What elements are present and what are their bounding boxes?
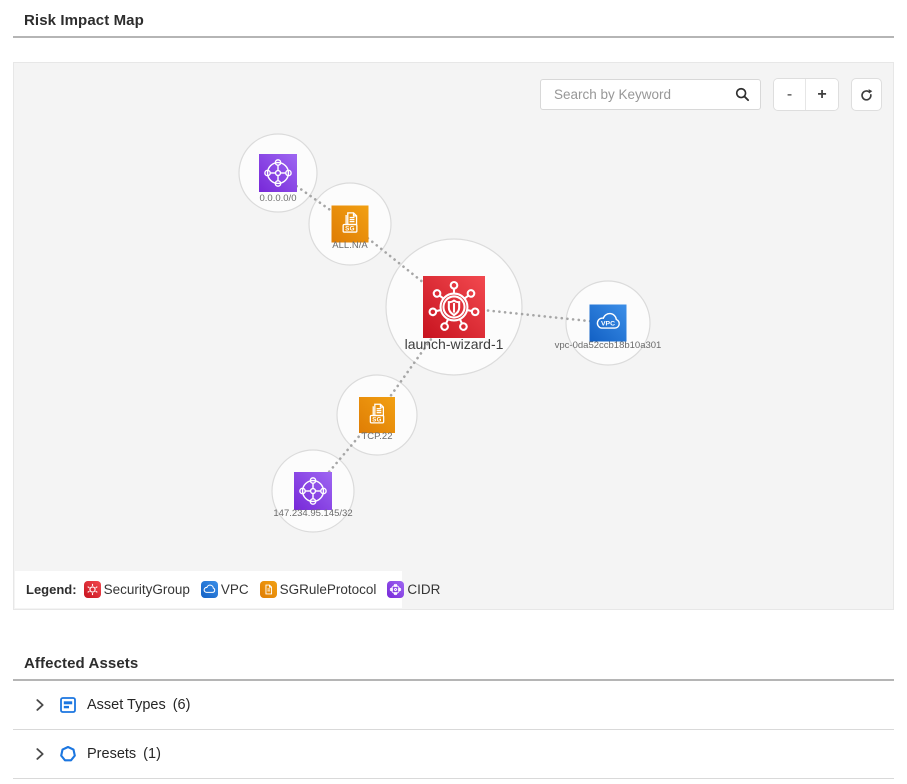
graph-node-sgrule-all[interactable]: ALL.N/A: [332, 206, 369, 252]
asset-row-label: Asset Types: [87, 697, 166, 713]
search-button[interactable]: [734, 86, 751, 103]
legend-item-vpc: VPC: [201, 581, 249, 598]
sg-rule-protocol-icon: [260, 581, 277, 598]
legend-item-cidr: CIDR: [387, 581, 440, 598]
asset-row-label: Presets: [87, 746, 136, 762]
zoom-in-button[interactable]: +: [806, 79, 838, 110]
sgruleprotocol-icon: [332, 206, 369, 243]
node-label: ALL.N/A: [332, 240, 368, 251]
risk-graph[interactable]: 0.0.0.0/0 ALL.N/A launch-wizard-1 vpc-0da52…: [14, 63, 893, 609]
node-label: launch-wizard-1: [405, 336, 504, 352]
graph-node-sgrule-22[interactable]: TCP.22: [359, 397, 395, 442]
legend-item-security-group: SecurityGroup: [84, 581, 190, 598]
cidr-icon: [294, 472, 332, 510]
chevron-right-icon[interactable]: [31, 745, 49, 763]
legend-label: Legend:: [26, 582, 77, 597]
legend-item-sg-rule-protocol: SGRuleProtocol: [260, 581, 377, 598]
page-title: Risk Impact Map: [13, 0, 894, 29]
zoom-controls: - +: [773, 78, 839, 111]
node-label: 0.0.0.0/0: [260, 193, 297, 204]
graph-node-cidr-any[interactable]: 0.0.0.0/0: [259, 154, 297, 204]
security-group-icon: [84, 581, 101, 598]
cidr-icon: [259, 154, 297, 192]
search-icon: [734, 86, 751, 103]
legend-item-label: CIDR: [407, 582, 440, 597]
securitygroup-icon: [423, 276, 485, 338]
legend: Legend: SecurityGroup: [15, 571, 402, 608]
legend-item-label: VPC: [221, 582, 249, 597]
page: Risk Impact Map 0.0.0.0/0 ALL.N/A launch-w…: [13, 0, 894, 779]
search-input[interactable]: [552, 86, 734, 103]
legend-item-label: SGRuleProtocol: [280, 582, 377, 597]
presets-icon: [58, 744, 78, 764]
node-label: vpc-0da52ccb18b10a301: [555, 340, 662, 351]
risk-map-panel: 0.0.0.0/0 ALL.N/A launch-wizard-1 vpc-0da52…: [13, 62, 894, 610]
affected-assets-title: Affected Assets: [13, 610, 894, 672]
asset-row-presets[interactable]: Presets (1): [13, 730, 894, 779]
sgruleprotocol-icon: [359, 397, 395, 433]
legend-item-label: SecurityGroup: [104, 582, 190, 597]
refresh-button[interactable]: [851, 78, 882, 111]
node-label: 147.234.95.145/32: [273, 508, 352, 519]
asset-row-count: (1): [143, 746, 161, 762]
map-controls: - +: [540, 78, 882, 111]
refresh-icon: [858, 86, 875, 103]
vpc-icon: [590, 305, 627, 342]
chevron-right-icon[interactable]: [31, 696, 49, 714]
title-divider: [13, 36, 894, 38]
zoom-out-button[interactable]: -: [774, 79, 806, 110]
asset-row-count: (6): [173, 697, 191, 713]
vpc-icon: [201, 581, 218, 598]
search-box[interactable]: [540, 79, 761, 110]
asset-row-asset-types[interactable]: Asset Types (6): [13, 681, 894, 730]
cidr-icon: [387, 581, 404, 598]
node-label: TCP.22: [362, 431, 393, 442]
asset-types-icon: [58, 695, 78, 715]
